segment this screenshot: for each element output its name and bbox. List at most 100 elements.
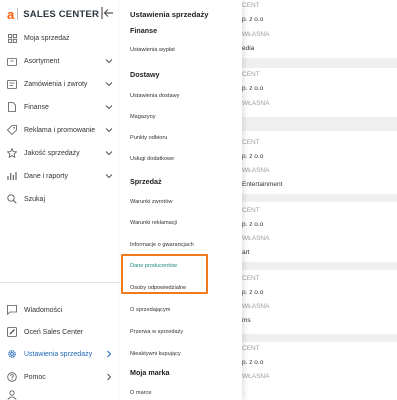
content-text: CENT (242, 139, 260, 146)
brand-name: SALES CENTER (23, 8, 100, 20)
document-icon (7, 102, 17, 112)
chevron-down-icon (105, 105, 113, 110)
sidebar-item-label: Jakość sprzedaży (24, 149, 80, 157)
sidebar-item-asortyment[interactable]: Asortyment (0, 50, 120, 72)
brand-divider (17, 8, 19, 20)
sidebar-item-szukaj[interactable]: Szukaj (0, 188, 120, 210)
chevron-down-icon (105, 128, 113, 133)
content-background (242, 0, 397, 400)
content-text: edia (242, 45, 255, 52)
section-sprzedaz: Sprzedaż (130, 177, 162, 186)
sidebar-item-label: Asortyment (24, 57, 60, 65)
star-icon (7, 148, 17, 158)
chevron-down-icon (105, 59, 113, 64)
content-text: p. z o.o (242, 153, 264, 160)
settings-submenu: Ustawienia sprzedaży Finanse Ustawienia … (120, 0, 242, 400)
sidebar-item-label: Pomoc (24, 373, 46, 381)
content-text: CENT (242, 71, 260, 78)
content-text: ms (242, 317, 251, 324)
orders-icon (7, 79, 17, 89)
content-text: p. z o.o (242, 289, 264, 296)
message-icon (7, 305, 17, 315)
sidebar-item-jakosc[interactable]: Jakość sprzedaży (0, 142, 120, 164)
menu-item-warunki-zwrotow[interactable]: Warunki zwrotów (130, 199, 172, 205)
menu-item-o-sprzedajacym[interactable]: O sprzedającym (130, 307, 170, 313)
sidebar-item-label: Finanse (24, 103, 49, 111)
sidebar: a SALES CENTER Moja sprzedaż Asortyment … (0, 0, 121, 400)
brand-logo: a (7, 6, 15, 22)
menu-item-punkty-odbioru[interactable]: Punkty odbioru (130, 135, 167, 141)
content-text: art (242, 249, 250, 256)
highlight-annotation (121, 254, 208, 294)
content-text: p. z o.o (242, 16, 264, 23)
content-text: CENT (242, 345, 260, 352)
section-finanse: Finanse (130, 26, 158, 35)
sidebar-item-finanse[interactable]: Finanse (0, 96, 120, 118)
menu-item-ustawienia-wyplat[interactable]: Ustawienia wypłat (130, 47, 175, 53)
sidebar-item-reklama[interactable]: Reklama i promowanie (0, 119, 120, 141)
box-icon (7, 56, 17, 66)
chevron-right-icon (107, 373, 112, 381)
menu-item-warunki-reklamacji[interactable]: Warunki reklamacji (130, 220, 177, 226)
sidebar-item-wiadomosci[interactable]: Wiadomości (0, 299, 120, 321)
menu-item-przerwa-w-sprzedazy[interactable]: Przerwa w sprzedaży (130, 329, 183, 335)
content-text: p. z o.o (242, 85, 264, 92)
sidebar-divider (0, 282, 120, 283)
sidebar-item-label: Zamówienia i zwroty (24, 80, 88, 88)
content-card (242, 342, 397, 400)
sidebar-item-ocen[interactable]: Oceń Sales Center (0, 321, 120, 343)
sidebar-item-account[interactable] (0, 389, 120, 400)
brand[interactable]: a SALES CENTER (7, 6, 99, 22)
menu-item-uslugi-dodatkowe[interactable]: Usługi dodatkowe (130, 156, 174, 162)
dashboard-icon (7, 33, 17, 43)
tag-icon (7, 125, 17, 135)
content-text: CENT (242, 275, 260, 282)
sidebar-item-pomoc[interactable]: Pomoc (0, 366, 120, 388)
sidebar-item-dane[interactable]: Dane i raporty (0, 165, 120, 187)
content-text: WŁASNA (242, 167, 270, 174)
chevron-right-icon (107, 350, 112, 358)
content-text: WŁASNA (242, 235, 270, 242)
sidebar-item-label: Ustawienia sprzedaży (24, 350, 93, 358)
content-text: CENT (242, 207, 260, 214)
menu-item-ustawienia-dostawy[interactable]: Ustawienia dostawy (130, 93, 179, 99)
collapse-sidebar-icon[interactable] (100, 6, 114, 20)
user-icon (7, 389, 17, 400)
content-text: WŁASNA (242, 100, 270, 107)
sidebar-item-label: Dane i raporty (24, 172, 68, 180)
sidebar-item-label: Reklama i promowanie (24, 126, 96, 134)
content-card (242, 0, 397, 58)
content-card (242, 202, 397, 262)
sidebar-item-zamowienia[interactable]: Zamówienia i zwroty (0, 73, 120, 95)
search-icon (7, 194, 17, 204)
content-card (242, 68, 397, 117)
content-text: Entertainment (242, 181, 283, 188)
gear-icon (7, 349, 17, 359)
sidebar-item-label: Wiadomości (24, 306, 63, 314)
help-icon (7, 372, 17, 382)
chart-icon (7, 171, 17, 181)
menu-item-informacje-o-gwarancjach[interactable]: Informacje o gwarancjach (130, 242, 194, 248)
content-text: WŁASNA (242, 31, 270, 38)
section-dostawy: Dostawy (130, 70, 160, 79)
content-card (242, 270, 397, 334)
chevron-down-icon (105, 174, 113, 179)
content-text: CENT (242, 2, 260, 9)
content-text: WŁASNA (242, 303, 270, 310)
section-moja-marka: Moja marka (130, 368, 170, 377)
chevron-down-icon (105, 82, 113, 87)
content-text: p. z o.o (242, 359, 264, 366)
chevron-down-icon (105, 151, 113, 156)
submenu-title: Ustawienia sprzedaży (130, 10, 209, 19)
menu-item-o-marce[interactable]: O marce (130, 390, 151, 396)
content-text: p. z o.o (242, 221, 264, 228)
menu-item-nieaktywni-kupujacy[interactable]: Nieaktywni kupujący (130, 351, 181, 357)
sidebar-item-moja-sprzedaz[interactable]: Moja sprzedaż (0, 27, 120, 49)
menu-item-magazyny[interactable]: Magazyny (130, 114, 156, 120)
content-text: WŁASNA (242, 373, 270, 380)
sidebar-item-ustawienia[interactable]: Ustawienia sprzedaży (0, 343, 120, 365)
sidebar-item-label: Szukaj (24, 195, 46, 203)
sidebar-item-label: Moja sprzedaż (24, 34, 70, 42)
sidebar-item-label: Oceń Sales Center (24, 328, 84, 336)
feedback-icon (7, 327, 17, 337)
